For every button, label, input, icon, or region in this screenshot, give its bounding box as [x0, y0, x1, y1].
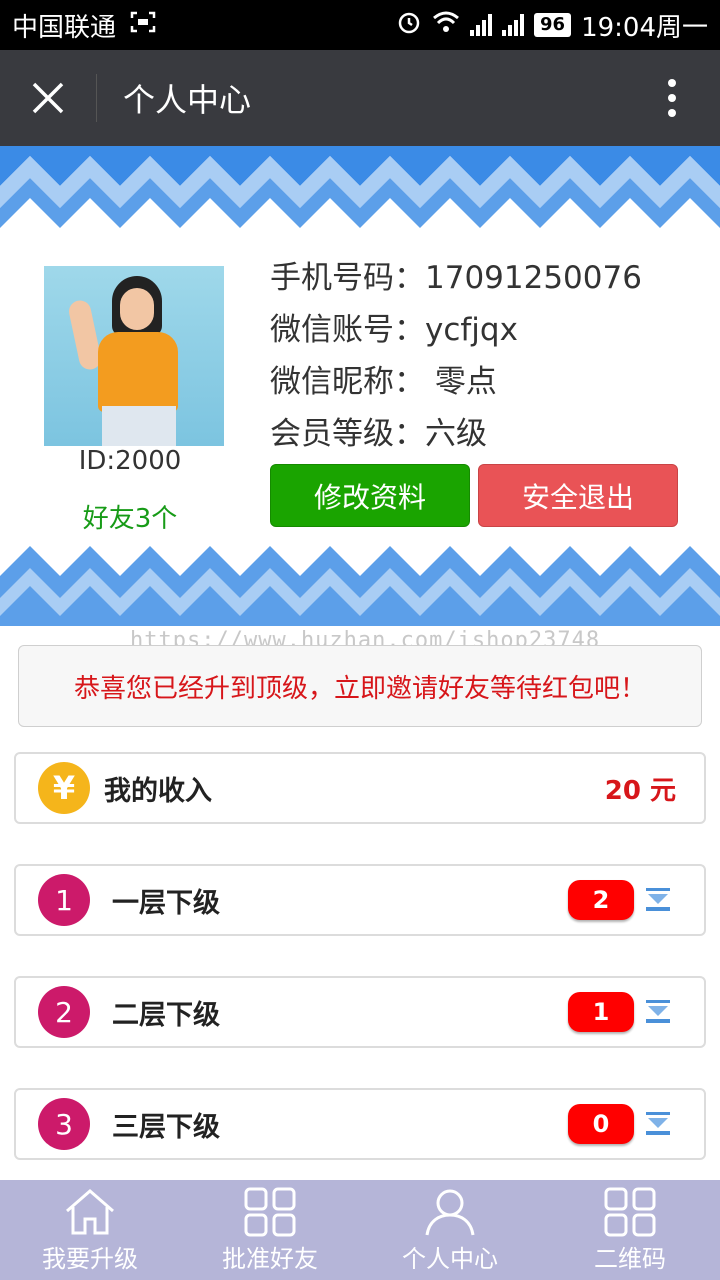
close-icon	[32, 82, 64, 114]
tab-label: 批准好友	[222, 1244, 318, 1273]
tab-qr-code[interactable]: 二维码	[540, 1180, 720, 1280]
carrier-name: 中国联通	[12, 12, 117, 43]
level-count-badge: 2	[568, 880, 634, 920]
grid-icon	[604, 1187, 656, 1236]
level-label: 二层下级	[112, 999, 220, 1031]
logout-button[interactable]: 安全退出	[478, 464, 678, 527]
bottom-tab-bar: 我要升级 批准好友 个人中心 二维码	[0, 1180, 720, 1280]
app-bar: 个人中心	[0, 50, 720, 146]
level-label: 三层下级	[112, 1111, 220, 1143]
alarm-icon	[396, 9, 422, 41]
level-count-badge: 1	[568, 992, 634, 1032]
level-number-badge: 3	[38, 1098, 90, 1150]
friend-count[interactable]: 好友3个	[44, 498, 216, 535]
home-icon	[66, 1188, 114, 1234]
grid-icon	[244, 1187, 296, 1236]
edit-profile-button[interactable]: 修改资料	[270, 464, 470, 527]
level-row-1[interactable]: 1 一层下级 2	[14, 864, 706, 936]
tab-approve-friends[interactable]: 批准好友	[180, 1180, 360, 1280]
level-label: 一层下级	[112, 887, 220, 919]
tab-upgrade[interactable]: 我要升级	[0, 1180, 180, 1280]
wechat-account: 微信账号：ycfjqx	[270, 312, 518, 348]
page-title: 个人中心	[123, 81, 252, 119]
level-row-2[interactable]: 2 二层下级 1	[14, 976, 706, 1048]
screenshot-icon	[130, 11, 156, 39]
profile-info: 手机号码：17091250076 微信账号：ycfjqx 微信昵称： 零点 会员…	[270, 252, 642, 460]
member-level: 会员等级：六级	[270, 416, 487, 452]
level-number-badge: 1	[38, 874, 90, 926]
expand-down-icon[interactable]	[644, 1110, 672, 1138]
more-button[interactable]	[624, 50, 720, 146]
more-vertical-icon	[668, 79, 676, 117]
level-row-3[interactable]: 3 三层下级 0	[14, 1088, 706, 1160]
tab-label: 我要升级	[42, 1244, 138, 1273]
phone-number: 手机号码：17091250076	[270, 260, 642, 296]
upgrade-notice: 恭喜您已经升到顶级，立即邀请好友等待红包吧！	[18, 645, 702, 727]
wechat-nickname: 微信昵称： 零点	[270, 364, 497, 400]
level-count-badge: 0	[568, 1104, 634, 1144]
zigzag-banner-bottom	[0, 536, 720, 626]
expand-down-icon[interactable]	[644, 998, 672, 1026]
expand-down-icon[interactable]	[644, 886, 672, 914]
income-amount: 20 元	[604, 775, 676, 806]
wifi-icon	[432, 10, 460, 40]
status-bar: 中国联通 96 19:04周一	[0, 0, 720, 50]
user-id: ID:2000	[78, 446, 182, 476]
tab-label: 个人中心	[402, 1244, 498, 1273]
clock-time: 19:04周一	[581, 12, 708, 43]
signal-icon	[470, 14, 492, 36]
signal-icon	[502, 14, 524, 36]
avatar	[44, 266, 224, 446]
level-number-badge: 2	[38, 986, 90, 1038]
yuan-coin-icon: ¥	[38, 762, 90, 814]
income-label: 我的收入	[104, 775, 212, 807]
battery-icon: 96	[534, 13, 572, 37]
app-bar-divider	[96, 74, 97, 122]
profile-header: ID:2000 好友3个 手机号码：17091250076 微信账号：ycfjq…	[0, 146, 720, 626]
person-icon	[425, 1189, 475, 1235]
tab-personal-center[interactable]: 个人中心	[360, 1180, 540, 1280]
income-row[interactable]: ¥ 我的收入 20 元	[14, 752, 706, 824]
close-button[interactable]	[0, 50, 96, 146]
zigzag-banner-top	[0, 146, 720, 241]
tab-label: 二维码	[594, 1244, 666, 1273]
